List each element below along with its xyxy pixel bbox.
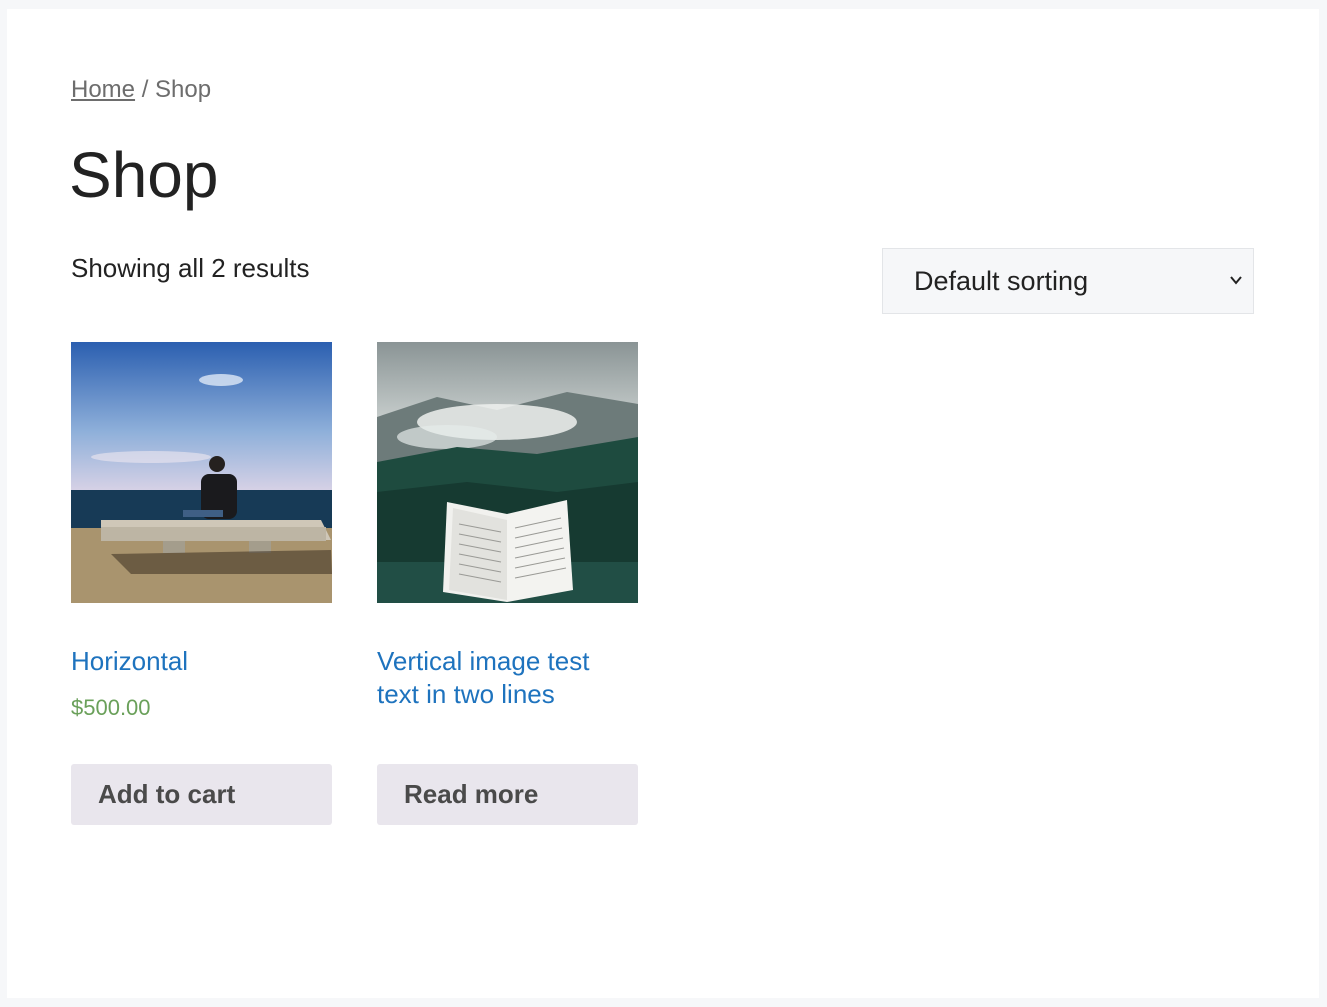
sorting-selected-value: Default sorting xyxy=(914,265,1089,296)
breadcrumb: Home / Shop xyxy=(71,76,211,104)
product-price: $500.00 xyxy=(71,695,151,720)
breadcrumb-home-link[interactable]: Home xyxy=(71,76,135,103)
product-title-link[interactable]: Vertical image test text in two lines xyxy=(377,645,638,711)
breadcrumb-separator: / xyxy=(135,76,156,103)
product-card: Horizontal $500.00 Add to cart xyxy=(71,342,332,825)
product-title-link[interactable]: Horizontal xyxy=(71,645,332,678)
page-container: Home / Shop Shop Showing all 2 results D… xyxy=(7,9,1319,998)
sorting-select[interactable]: Default sorting xyxy=(882,248,1254,314)
page-title: Shop xyxy=(69,139,219,211)
chevron-down-icon xyxy=(1230,276,1242,285)
result-count: Showing all 2 results xyxy=(71,253,310,283)
product-card: Vertical image test text in two lines Re… xyxy=(377,342,638,825)
breadcrumb-current: Shop xyxy=(155,76,212,103)
product-image[interactable] xyxy=(377,342,638,603)
product-image[interactable] xyxy=(71,342,332,603)
add-to-cart-button[interactable]: Add to cart xyxy=(71,764,332,825)
read-more-button[interactable]: Read more xyxy=(377,764,638,825)
